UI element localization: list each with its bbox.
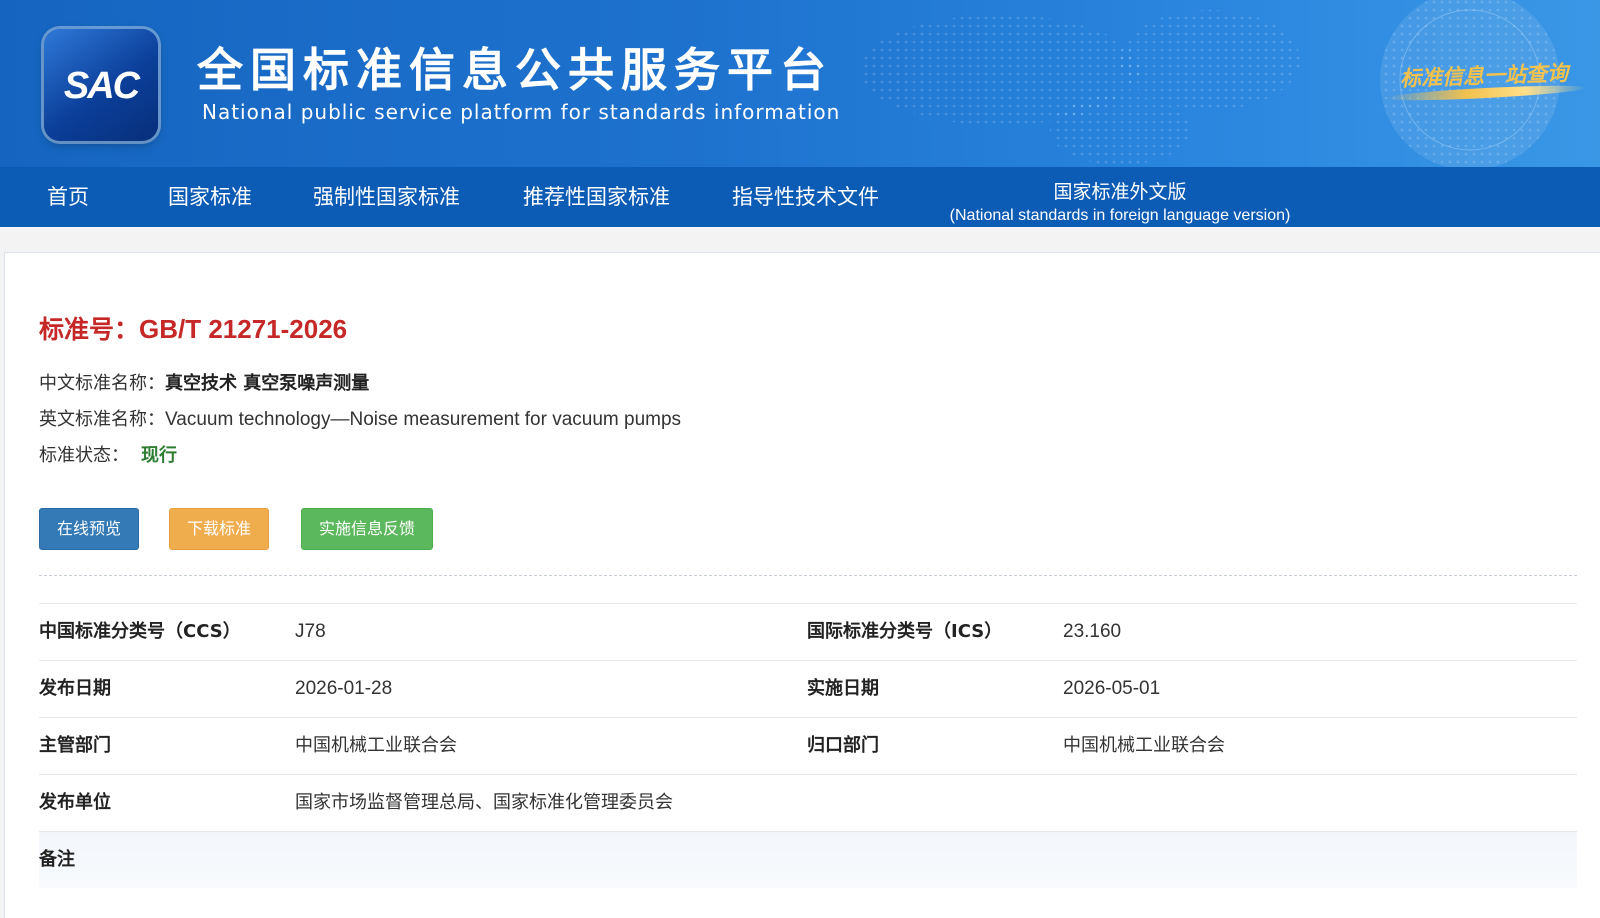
site-subtitle: National public service platform for sta… <box>202 100 841 124</box>
nav-item-guidance-documents[interactable]: 指导性技术文件 <box>732 167 879 227</box>
detail-table: 中国标准分类号（CCS） J78 国际标准分类号（ICS） 23.160 发布日… <box>39 603 1577 888</box>
authority-value: 中国机械工业联合会 <box>295 735 457 756</box>
feedback-button[interactable]: 实施信息反馈 <box>301 508 433 550</box>
cn-name-value: 真空技术 真空泵噪声测量 <box>165 373 370 394</box>
effective-date-label: 实施日期 <box>807 678 879 699</box>
ccs-value: J78 <box>295 621 326 642</box>
standard-number-value: GB/T 21271-2026 <box>139 314 348 344</box>
nav-item-foreign-version[interactable]: 国家标准外文版 (National standards in foreign l… <box>940 177 1300 225</box>
sac-logo[interactable]: SAC <box>44 29 158 141</box>
en-name-value: Vacuum technology—Noise measurement for … <box>165 409 682 430</box>
main-nav: 首页 国家标准 强制性国家标准 推荐性国家标准 指导性技术文件 国家标准外文版 … <box>0 167 1600 227</box>
standard-detail-card: 标准号：GB/T 21271-2026 中文标准名称：真空技术 真空泵噪声测量 … <box>4 252 1600 918</box>
ics-label: 国际标准分类号（ICS） <box>807 621 1003 642</box>
nav-foreign-cn-label: 国家标准外文版 <box>1053 181 1187 203</box>
site-header: SAC 全国标准信息公共服务平台 National public service… <box>0 0 1600 167</box>
ccs-label: 中国标准分类号（CCS） <box>39 621 241 642</box>
status-value: 现行 <box>141 445 177 466</box>
issuer-value: 国家市场监督管理总局、国家标准化管理委员会 <box>295 792 673 813</box>
table-row: 发布单位 国家市场监督管理总局、国家标准化管理委员会 <box>39 774 1577 831</box>
section-divider <box>39 575 1577 576</box>
publish-date-value: 2026-01-28 <box>295 678 393 699</box>
table-row: 主管部门 中国机械工业联合会 归口部门 中国机械工业联合会 <box>39 717 1577 774</box>
standard-number: 标准号：GB/T 21271-2026 <box>39 310 347 346</box>
centralized-label: 归口部门 <box>807 735 879 756</box>
table-row: 备注 <box>39 831 1577 888</box>
standard-number-label: 标准号： <box>39 315 140 344</box>
status-label: 标准状态： <box>39 445 129 466</box>
nav-item-mandatory-standards[interactable]: 强制性国家标准 <box>313 167 460 227</box>
nav-item-recommended-standards[interactable]: 推荐性国家标准 <box>523 167 670 227</box>
online-preview-button[interactable]: 在线预览 <box>39 508 139 550</box>
effective-date-value: 2026-05-01 <box>1063 678 1161 699</box>
site-title: 全国标准信息公共服务平台 <box>197 43 833 97</box>
logo-text: SAC <box>63 65 140 107</box>
nav-item-national-standards[interactable]: 国家标准 <box>168 167 252 227</box>
status-row: 标准状态： 现行 <box>39 441 177 467</box>
centralized-value: 中国机械工业联合会 <box>1063 735 1225 756</box>
nav-foreign-en-label: (National standards in foreign language … <box>949 207 1291 224</box>
authority-label: 主管部门 <box>39 735 111 756</box>
download-standard-button[interactable]: 下载标准 <box>169 508 269 550</box>
cn-name-row: 中文标准名称：真空技术 真空泵噪声测量 <box>39 369 369 395</box>
publish-date-label: 发布日期 <box>39 678 111 699</box>
slogan: 标准信息一站查询 <box>1399 60 1569 91</box>
remark-label: 备注 <box>39 849 75 870</box>
table-row: 中国标准分类号（CCS） J78 国际标准分类号（ICS） 23.160 <box>39 603 1577 660</box>
ics-value: 23.160 <box>1063 621 1122 642</box>
en-name-row: 英文标准名称：Vacuum technology—Noise measureme… <box>39 405 681 431</box>
cn-name-label: 中文标准名称： <box>39 373 165 394</box>
issuer-label: 发布单位 <box>39 792 111 813</box>
nav-item-home[interactable]: 首页 <box>47 167 89 227</box>
en-name-label: 英文标准名称： <box>39 409 165 430</box>
table-row: 发布日期 2026-01-28 实施日期 2026-05-01 <box>39 660 1577 717</box>
